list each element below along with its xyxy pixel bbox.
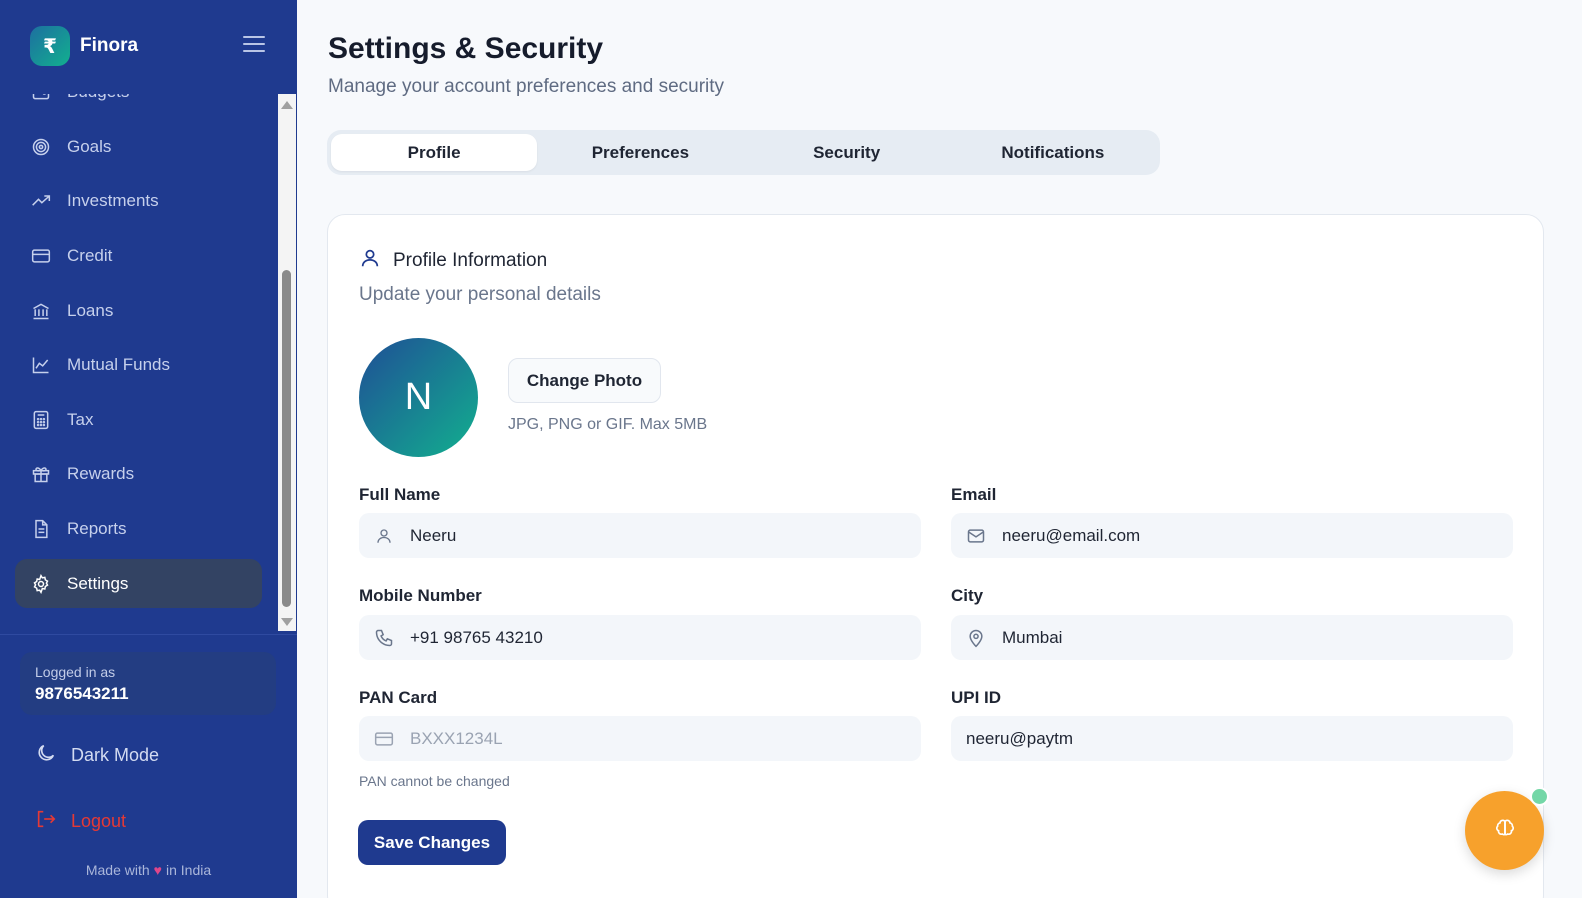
tab-preferences[interactable]: Preferences [537, 134, 743, 171]
trending-up-icon [30, 190, 52, 212]
change-photo-button[interactable]: Change Photo [508, 358, 661, 403]
page-title: Settings & Security [328, 32, 604, 65]
sidebar-item-rewards[interactable]: Rewards [0, 447, 278, 502]
phone-icon [374, 628, 394, 648]
sidebar-item-credit[interactable]: Credit [0, 229, 278, 284]
sidebar-item-investments[interactable]: Investments [0, 174, 278, 229]
email-input[interactable] [1002, 525, 1482, 546]
full-name-label: Full Name [359, 485, 441, 504]
sidebar-scrollbar[interactable] [278, 94, 296, 631]
gift-icon [30, 463, 52, 485]
mobile-number-label: Mobile Number [359, 586, 482, 605]
sidebar-item-mutual-funds[interactable]: Mutual Funds [0, 338, 278, 393]
dark-mode-label: Dark Mode [71, 745, 160, 765]
profile-card: Profile Information Update your personal… [327, 214, 1544, 898]
tab-notifications[interactable]: Notifications [950, 134, 1156, 171]
city-label: City [951, 586, 984, 605]
gear-icon [30, 573, 52, 595]
document-icon [30, 518, 52, 540]
sidebar-item-goals[interactable]: Goals [0, 120, 278, 175]
upi-id-input[interactable] [966, 728, 1446, 749]
logged-in-user: 9876543211 [35, 684, 129, 703]
moon-icon [35, 742, 57, 769]
logout-button[interactable]: Logout [35, 808, 126, 835]
map-pin-icon [966, 628, 986, 648]
brand[interactable]: ₹ Finora [30, 26, 138, 66]
city-field[interactable] [951, 615, 1513, 660]
online-status-dot [1530, 787, 1549, 806]
credit-card-icon [374, 729, 394, 749]
sidebar-item-label: Mutual Funds [67, 355, 170, 375]
save-changes-button[interactable]: Save Changes [358, 820, 506, 865]
sidebar-item-label: Credit [67, 246, 113, 266]
full-name-field[interactable] [359, 513, 921, 558]
sidebar-item-label: Rewards [67, 464, 135, 484]
sidebar-item-label: Reports [67, 519, 127, 539]
logged-in-label: Logged in as [35, 664, 116, 680]
target-icon [30, 136, 52, 158]
line-chart-icon [30, 354, 52, 376]
photo-hint: JPG, PNG or GIF. Max 5MB [508, 416, 708, 433]
page-subtitle: Manage your account preferences and secu… [328, 76, 725, 97]
made-with-suffix: in India [165, 862, 212, 878]
sidebar-divider [0, 634, 297, 635]
scroll-down-arrow-icon[interactable] [281, 618, 293, 626]
made-with-footer: Made with ♥ in India [0, 862, 297, 878]
sidebar-item-tax[interactable]: Tax [0, 393, 278, 448]
profile-card-subtitle: Update your personal details [359, 284, 601, 305]
heart-icon: ♥ [153, 862, 162, 878]
sidebar-item-loans[interactable]: Loans [0, 283, 278, 338]
tab-profile[interactable]: Profile [331, 134, 538, 171]
sidebar-item-label: Investments [67, 191, 159, 211]
scroll-up-arrow-icon[interactable] [281, 101, 293, 109]
sidebar-item-label: Goals [67, 136, 112, 156]
sidebar-nav: Budgets Goals Investments Credit [0, 94, 278, 631]
logout-icon [35, 808, 57, 835]
pan-card-field [359, 716, 921, 761]
mobile-number-input[interactable] [410, 627, 890, 648]
sidebar-item-label: Tax [67, 409, 94, 429]
pan-card-input [410, 728, 890, 749]
wallet-icon [30, 94, 52, 103]
credit-card-icon [30, 245, 52, 267]
avatar: N [359, 338, 478, 457]
sidebar-item-budgets[interactable]: Budgets [0, 94, 278, 120]
mobile-number-field[interactable] [359, 615, 921, 660]
email-field[interactable] [951, 513, 1513, 558]
dark-mode-toggle[interactable]: Dark Mode [35, 742, 159, 769]
city-input[interactable] [1002, 627, 1482, 648]
logged-in-card: Logged in as 9876543211 [20, 652, 276, 715]
user-icon [359, 247, 381, 275]
full-name-input[interactable] [410, 525, 890, 546]
user-icon [374, 526, 394, 546]
sidebar-item-label: Budgets [67, 94, 129, 102]
logout-label: Logout [71, 811, 127, 831]
sidebar: ₹ Finora Budgets Goals Investments [0, 0, 297, 898]
scroll-thumb[interactable] [282, 270, 291, 607]
sidebar-item-settings[interactable]: Settings [0, 556, 278, 611]
hamburger-menu-icon[interactable] [243, 36, 265, 56]
upi-id-field[interactable] [951, 716, 1513, 761]
settings-tabs: Profile Preferences Security Notificatio… [327, 130, 1160, 175]
calculator-icon [30, 409, 52, 431]
upi-id-label: UPI ID [951, 688, 1002, 707]
mail-icon [966, 526, 986, 546]
made-with-prefix: Made with [85, 862, 150, 878]
sidebar-item-label: Settings [67, 573, 129, 593]
email-label: Email [951, 485, 997, 504]
brand-logo: ₹ [30, 26, 70, 66]
bank-icon [30, 300, 52, 322]
sidebar-item-reports[interactable]: Reports [0, 502, 278, 557]
pan-card-label: PAN Card [359, 688, 438, 707]
profile-card-header: Profile Information [359, 247, 547, 275]
sidebar-item-label: Loans [67, 300, 114, 320]
brand-name: Finora [80, 35, 139, 56]
pan-hint: PAN cannot be changed [359, 773, 510, 789]
tab-security[interactable]: Security [744, 134, 950, 171]
profile-card-title: Profile Information [393, 250, 548, 271]
brain-icon [1494, 817, 1516, 844]
